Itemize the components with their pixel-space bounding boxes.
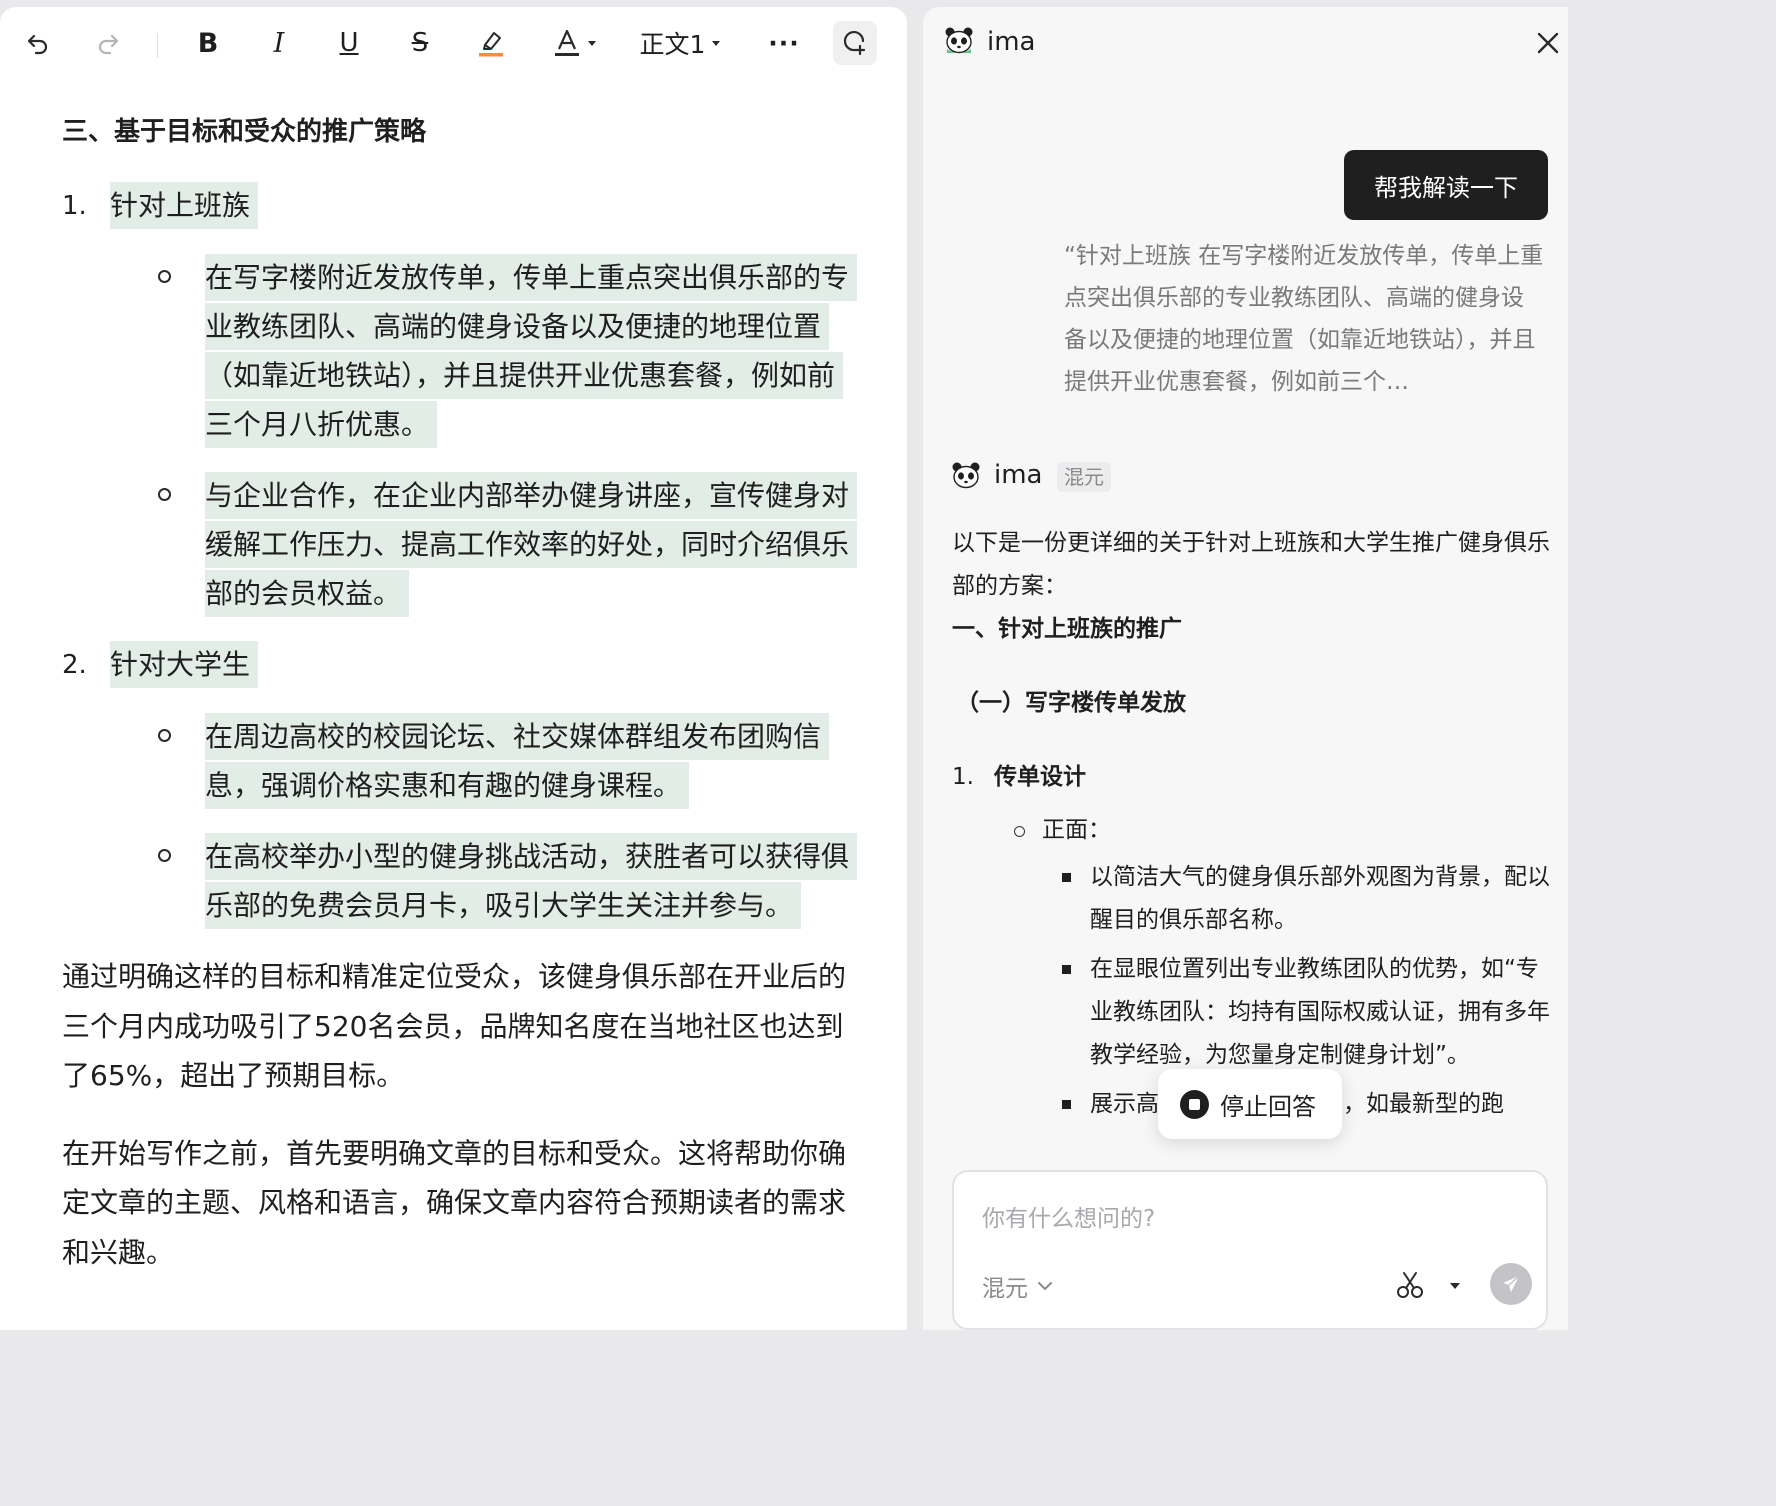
answer-intro: 以下是一份更详细的关于针对上班族和大学生推广健身俱乐部的方案： (952, 530, 1550, 599)
bullet-text: 以简洁大气的健身俱乐部外观图为背景，配以醒目的俱乐部名称。 (1090, 864, 1550, 933)
answer-bullet: 以简洁大气的健身俱乐部外观图为背景，配以醒目的俱乐部名称。 (952, 856, 1552, 942)
item-number: 1. (62, 191, 87, 221)
list-item-text: 在写字楼附近发放传单，传单上重点突出俱乐部的专业教练团队、高端的健身设备以及便捷… (205, 254, 858, 448)
more-icon: ··· (768, 28, 800, 58)
sub-list: 在周边高校的校园论坛、社交媒体群组发布团购信息，强调价格实惠和有趣的健身课程。 … (110, 712, 862, 930)
undo-button[interactable] (22, 21, 54, 65)
answer-bullet: 在显眼位置列出专业教练团队的优势，如“专业教练团队：均持有国际权威认证，拥有多年… (952, 948, 1552, 1077)
list-item: 与企业合作，在企业内部举办健身讲座，宣传健身对缓解工作压力、提高工作效率的好处，… (110, 471, 862, 618)
app-title: ima (987, 27, 1036, 57)
model-select-label: 混元 (982, 1276, 1028, 1302)
bold-icon: B (197, 27, 219, 59)
body-paragraph: 在开始写作之前，首先要明确文章的目标和受众。这将帮助你确定文章的主题、风格和语言… (62, 1136, 847, 1269)
font-color-icon (554, 29, 579, 56)
assistant-answer: 以下是一份更详细的关于针对上班族和大学生推广健身俱乐部的方案： 一、针对上班族的… (952, 522, 1552, 1140)
chevron-down-icon (587, 40, 596, 46)
chevron-down-icon[interactable] (1450, 1283, 1460, 1289)
square-bullet-icon (1062, 965, 1071, 974)
model-select[interactable]: 混元 (982, 1269, 1056, 1303)
editor-toolbar: B I U S 正文1 ··· (0, 7, 907, 79)
list-item: 在写字楼附近发放传单，传单上重点突出俱乐部的专业教练团队、高端的健身设备以及便捷… (110, 253, 862, 449)
more-button[interactable]: ··· (766, 21, 802, 65)
text-style-select[interactable]: 正文1 (636, 21, 724, 65)
circle-bullet-icon (158, 729, 171, 742)
user-message-text: 帮我解读一下 (1374, 173, 1518, 202)
underline-button[interactable]: U (333, 21, 365, 65)
ai-chat-icon (843, 30, 866, 56)
send-icon (1503, 1275, 1520, 1292)
close-icon[interactable] (1534, 29, 1562, 57)
square-bullet-icon (1062, 1100, 1071, 1109)
item-title: 针对大学生 (110, 641, 259, 688)
user-message-bubble: 帮我解读一下 (1344, 150, 1548, 220)
responder-name: ima (994, 460, 1043, 490)
document-editor: B I U S 正文1 ··· 三、基于目标和受众的推广策略 1. 针对上班族 … (0, 7, 907, 1330)
sub-list: 在写字楼附近发放传单，传单上重点突出俱乐部的专业教练团队、高端的健身设备以及便捷… (110, 253, 862, 618)
list-item: 在周边高校的校园论坛、社交媒体群组发布团购信息，强调价格实惠和有趣的健身课程。 (110, 712, 862, 810)
panda-avatar-icon (952, 462, 980, 489)
underline-icon: U (339, 28, 359, 58)
redo-button[interactable] (92, 21, 124, 65)
answer-subheading: （一）写字楼传单发放 (956, 690, 1186, 716)
font-color-button[interactable] (546, 21, 602, 65)
highlighter-icon (479, 32, 503, 57)
quoted-selection: “针对上班族 在写字楼附近发放传单，传单上重点突出俱乐部的专业教练团队、高端的健… (1064, 243, 1544, 395)
stop-icon (1180, 1089, 1209, 1119)
answer-sub-item: 正面： (952, 809, 1552, 852)
italic-button[interactable]: I (263, 21, 295, 65)
strikethrough-button[interactable]: S (404, 21, 436, 65)
circle-bullet-icon (158, 270, 171, 283)
numbered-item: 2. 针对大学生 在周边高校的校园论坛、社交媒体群组发布团购信息，强调价格实惠和… (62, 640, 862, 930)
chevron-down-icon (1038, 1282, 1052, 1290)
item-number: 2. (62, 650, 87, 680)
undo-icon (27, 34, 48, 55)
stop-answer-label: 停止回答 (1220, 1092, 1316, 1121)
strikethrough-icon: S (411, 28, 429, 58)
text-style-label: 正文1 (639, 30, 706, 59)
highlight-button[interactable] (474, 21, 508, 65)
square-bullet-icon (1062, 873, 1071, 882)
chat-input[interactable]: 你有什么想问的? (982, 1199, 1155, 1233)
send-button[interactable] (1490, 1263, 1532, 1305)
answer-heading: 一、针对上班族的推广 (952, 616, 1182, 642)
body-paragraph: 通过明确这样的目标和精准定位受众，该健身俱乐部在开业后的三个月内成功吸引了520… (62, 960, 847, 1092)
model-badge: 混元 (1057, 462, 1111, 492)
ai-assistant-button[interactable] (833, 21, 877, 65)
list-item-text: 与企业合作，在企业内部举办健身讲座，宣传健身对缓解工作压力、提高工作效率的好处，… (205, 472, 858, 617)
assistant-panel: ima 帮我解读一下 “针对上班族 在写字楼附近发放传单，传单上重点突出俱乐部的… (923, 7, 1568, 1330)
chat-composer[interactable]: 你有什么想问的? 混元 (952, 1170, 1548, 1330)
panel-header: ima (923, 7, 1568, 79)
item-title: 传单设计 (994, 764, 1086, 790)
italic-icon: I (273, 27, 285, 59)
numbered-item: 1. 针对上班族 在写字楼附近发放传单，传单上重点突出俱乐部的专业教练团队、高端… (62, 181, 862, 618)
scissors-icon[interactable] (1395, 1270, 1425, 1300)
circle-bullet-icon (158, 849, 171, 862)
bullet-text: 在显眼位置列出专业教练团队的优势，如“专业教练团队：均持有国际权威认证，拥有多年… (1090, 956, 1550, 1068)
app-window: B I U S 正文1 ··· 三、基于目标和受众的推广策略 1. 针对上班族 … (0, 0, 1568, 1330)
section-heading: 三、基于目标和受众的推广策略 (62, 117, 427, 147)
item-number: 1. (952, 764, 974, 790)
toolbar-divider (157, 34, 158, 58)
answer-numbered-item: 1. 传单设计 (952, 756, 1552, 799)
circle-bullet-icon (158, 488, 171, 501)
sub-item-label: 正面： (1042, 817, 1111, 843)
list-item-text: 在高校举办小型的健身挑战活动，获胜者可以获得俱乐部的免费会员月卡，吸引大学生关注… (205, 833, 858, 929)
item-title: 针对上班族 (110, 182, 259, 229)
redo-icon (98, 34, 119, 55)
stop-answer-button[interactable]: 停止回答 (1158, 1069, 1342, 1139)
list-item: 在高校举办小型的健身挑战活动，获胜者可以获得俱乐部的免费会员月卡，吸引大学生关注… (110, 832, 862, 930)
chevron-down-icon (712, 40, 721, 46)
list-item-text: 在周边高校的校园论坛、社交媒体群组发布团购信息，强调价格实惠和有趣的健身课程。 (205, 713, 830, 809)
circle-bullet-icon (1014, 826, 1025, 837)
document-body[interactable]: 三、基于目标和受众的推广策略 1. 针对上班族 在写字楼附近发放传单，传单上重点… (62, 107, 862, 1277)
bold-button[interactable]: B (192, 21, 224, 65)
panda-logo-icon (945, 27, 973, 54)
